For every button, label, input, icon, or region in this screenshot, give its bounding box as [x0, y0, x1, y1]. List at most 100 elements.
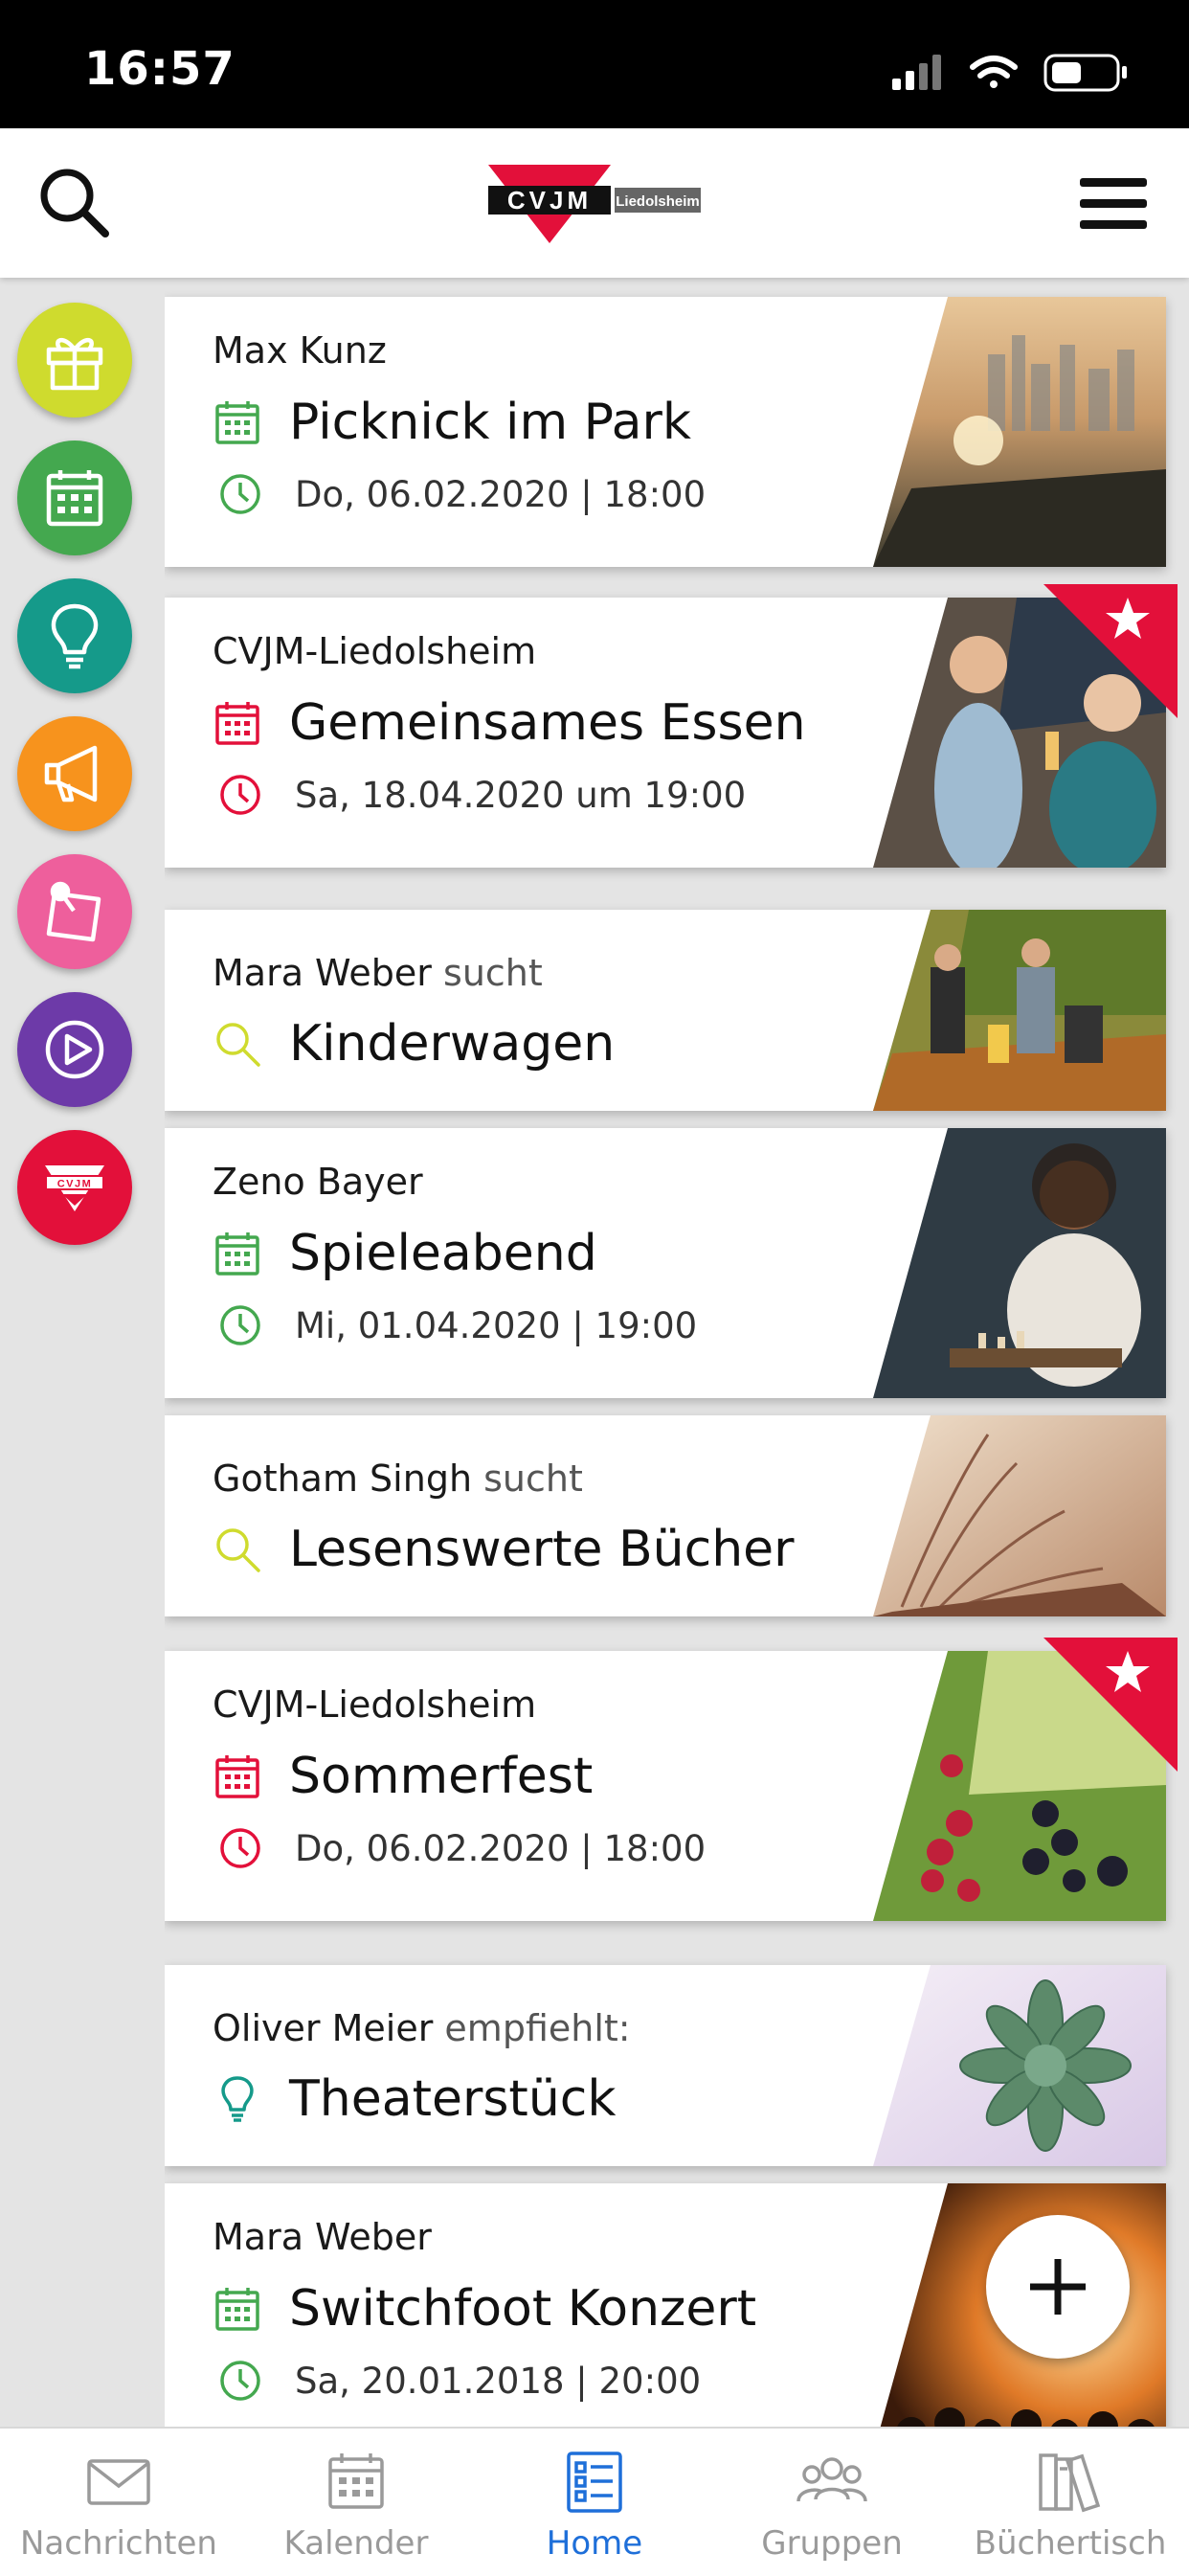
card-author: CVJM-Liedolsheim — [213, 630, 537, 672]
feed-card[interactable]: CVJM-Liedolsheim Sommerfest Do, 06.02.20… — [165, 1638, 1178, 1921]
calendar-icon — [215, 1755, 259, 1798]
card-title: Kinderwagen — [289, 1015, 616, 1073]
card-title: Spieleabend — [289, 1225, 597, 1282]
card-author: Mara Weber — [213, 2216, 432, 2258]
calendar-icon — [215, 702, 259, 745]
clock-icon — [220, 1305, 260, 1345]
card-title: Sommerfest — [289, 1748, 594, 1805]
svg-text:CVJM: CVJM — [57, 1179, 93, 1190]
featured-star-ribbon — [1043, 584, 1178, 718]
card-date: Do, 06.02.2020 | 18:00 — [295, 473, 707, 515]
card-author: Gotham Singh sucht — [213, 1457, 583, 1500]
card-author: Zeno Bayer — [213, 1161, 423, 1203]
tab-label: Kalender — [283, 2524, 429, 2563]
svg-text:CVJM: CVJM — [507, 186, 592, 215]
category-tip-button[interactable] — [17, 578, 132, 693]
battery-icon — [1043, 54, 1127, 92]
home-list-icon — [567, 2452, 622, 2513]
status-bar: 16:57 — [0, 0, 1189, 128]
cvjm-logo[interactable]: CVJM Liedolsheim — [486, 163, 703, 243]
status-icons — [892, 54, 1127, 92]
search-icon — [216, 1528, 260, 1572]
clock-icon — [220, 1828, 260, 1868]
add-post-button[interactable] — [986, 2215, 1130, 2359]
tab-label: Nachrichten — [20, 2524, 217, 2563]
card-date-row: Mi, 01.04.2020 | 19:00 — [213, 1300, 697, 1350]
envelope-icon — [87, 2459, 150, 2505]
card-title-row: Sommerfest — [213, 1748, 593, 1805]
succulent-photo — [873, 1965, 1166, 2166]
card-title-row: Switchfoot Konzert — [213, 2280, 756, 2338]
category-calendar-button[interactable] — [17, 441, 132, 555]
category-pinboard-button[interactable] — [17, 854, 132, 969]
status-time: 16:57 — [84, 42, 236, 96]
tab-gruppen[interactable]: Gruppen — [713, 2429, 951, 2576]
card-date-row: Sa, 18.04.2020 um 19:00 — [213, 770, 746, 820]
calendar-icon — [46, 470, 103, 527]
card-date-row: Sa, 20.01.2018 | 20:00 — [213, 2356, 701, 2406]
featured-star-ribbon — [1043, 1638, 1178, 1772]
family-walk-photo — [873, 910, 1166, 1111]
clock-icon — [220, 775, 260, 815]
tab-nachrichten[interactable]: Nachrichten — [0, 2429, 237, 2576]
chess-game-photo — [873, 1128, 1166, 1398]
card-date-row: Do, 06.02.2020 | 18:00 — [213, 469, 706, 519]
feed-card[interactable]: CVJM-Liedolsheim Gemeinsames Essen Sa, 1… — [165, 584, 1178, 868]
feed-list: Max Kunz Picknick im Park Do, 06.02.2020… — [165, 278, 1189, 2427]
tab-buechertisch[interactable]: Büchertisch — [952, 2429, 1189, 2576]
wifi-icon — [970, 56, 1018, 88]
card-title: Picknick im Park — [289, 394, 692, 451]
feed-card[interactable]: Max Kunz Picknick im Park Do, 06.02.2020… — [165, 297, 1166, 567]
search-icon — [216, 1023, 260, 1067]
group-icon — [796, 2457, 867, 2502]
card-title-row: Spieleabend — [213, 1225, 597, 1282]
feed-card[interactable]: Gotham Singh sucht Lesenswerte Bücher — [165, 1415, 1166, 1616]
category-cvjm-button[interactable]: CVJM — [17, 1130, 132, 1245]
card-author: Mara Weber sucht — [213, 952, 543, 994]
play-icon — [45, 1020, 104, 1079]
svg-text:Liedolsheim: Liedolsheim — [616, 193, 700, 210]
cvjm-icon: CVJM — [45, 1165, 104, 1211]
category-media-button[interactable] — [17, 992, 132, 1107]
card-date: Sa, 18.04.2020 um 19:00 — [295, 774, 747, 816]
tab-home[interactable]: Home — [476, 2429, 713, 2576]
picnic-photo — [873, 297, 1166, 567]
signal-icon — [892, 55, 941, 90]
clock-icon — [220, 474, 260, 514]
card-title: Theaterstück — [289, 2070, 617, 2128]
calendar-icon — [215, 401, 259, 444]
card-author: Max Kunz — [213, 329, 387, 372]
bottom-tab-bar: Nachrichten Kalender Home Gruppen Bücher… — [0, 2427, 1189, 2576]
lightbulb-icon — [221, 2076, 254, 2122]
feed-card[interactable]: Zeno Bayer Spieleabend Mi, 01.04.2020 | … — [165, 1128, 1166, 1398]
tab-label: Home — [546, 2524, 643, 2563]
card-title-row: Theaterstück — [213, 2070, 616, 2128]
feed-card[interactable]: Oliver Meier empfiehlt: Theaterstück — [165, 1965, 1166, 2166]
open-book-photo — [873, 1415, 1166, 1616]
card-title: Gemeinsames Essen — [289, 694, 806, 752]
card-date-row: Do, 06.02.2020 | 18:00 — [213, 1823, 706, 1873]
tab-label: Büchertisch — [974, 2524, 1167, 2563]
tab-kalender[interactable]: Kalender — [237, 2429, 475, 2576]
card-title: Switchfoot Konzert — [289, 2280, 757, 2338]
card-title-row: Lesenswerte Bücher — [213, 1521, 795, 1578]
category-gift-button[interactable] — [17, 303, 132, 418]
card-title-row: Kinderwagen — [213, 1015, 615, 1073]
books-icon — [1039, 2453, 1101, 2513]
megaphone-icon — [44, 745, 98, 802]
card-date: Mi, 01.04.2020 | 19:00 — [295, 1304, 698, 1346]
card-title-row: Gemeinsames Essen — [213, 694, 806, 752]
card-date: Do, 06.02.2020 | 18:00 — [295, 1827, 707, 1869]
pinned-note-icon — [46, 881, 101, 942]
tab-label: Gruppen — [761, 2524, 903, 2563]
lightbulb-icon — [51, 603, 99, 669]
search-icon[interactable] — [34, 163, 115, 243]
clock-icon — [220, 2361, 260, 2401]
hamburger-menu-icon[interactable] — [1076, 163, 1151, 243]
category-announcement-button[interactable] — [17, 716, 132, 831]
calendar-icon — [328, 2453, 384, 2509]
feed-card[interactable]: Mara Weber sucht Kinderwagen — [165, 910, 1166, 1111]
card-title: Lesenswerte Bücher — [289, 1521, 795, 1578]
card-author: Oliver Meier empfiehlt: — [213, 2007, 631, 2049]
app-header: CVJM Liedolsheim — [0, 128, 1189, 278]
